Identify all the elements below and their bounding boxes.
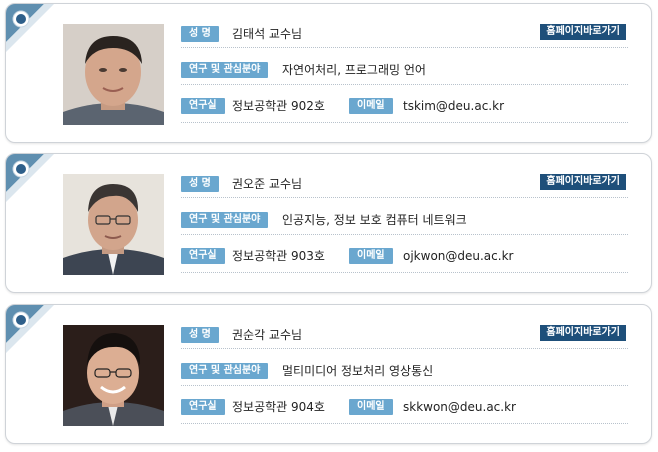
- professor-photo: [63, 325, 164, 426]
- university-emblem-icon: [6, 154, 54, 202]
- email-value: skkwon@deu.ac.kr: [403, 400, 516, 414]
- divider: [181, 385, 628, 386]
- research-label: 연구 및 관심분야: [181, 212, 269, 228]
- divider: [181, 234, 628, 235]
- homepage-button[interactable]: 홈페이지바로가기: [540, 325, 626, 341]
- professor-photo: [63, 24, 164, 125]
- divider: [181, 423, 628, 424]
- name-label: 성 명: [181, 327, 219, 343]
- office-label: 연구실: [181, 98, 225, 114]
- email-label: 이메일: [349, 248, 393, 264]
- office-value: 정보공학관 902호: [232, 99, 325, 113]
- professor-name: 권순각 교수님: [232, 328, 303, 342]
- research-label: 연구 및 관심분야: [181, 62, 269, 78]
- research-field: 멀티미디어 정보처리 영상통신: [282, 364, 434, 378]
- research-label: 연구 및 관심분야: [181, 363, 269, 379]
- professor-card: 성 명 김태석 교수님 홈페이지바로가기 연구 및 관심분야 자연어처리, 프로…: [5, 3, 652, 143]
- professor-name: 권오준 교수님: [232, 177, 303, 191]
- divider: [181, 47, 628, 48]
- divider: [181, 122, 628, 123]
- professor-card: 성 명 권순각 교수님 홈페이지바로가기 연구 및 관심분야 멀티미디어 정보처…: [5, 304, 652, 444]
- professor-photo: [63, 174, 164, 275]
- university-emblem-icon: [6, 4, 54, 52]
- divider: [181, 197, 628, 198]
- professor-name: 김태석 교수님: [232, 27, 303, 41]
- office-label: 연구실: [181, 248, 225, 264]
- email-label: 이메일: [349, 98, 393, 114]
- office-value: 정보공학관 903호: [232, 249, 325, 263]
- divider: [181, 272, 628, 273]
- research-field: 자연어처리, 프로그래밍 언어: [282, 63, 426, 77]
- professor-card: 성 명 권오준 교수님 홈페이지바로가기 연구 및 관심분야 인공지능, 정보 …: [5, 153, 652, 293]
- divider: [181, 84, 628, 85]
- research-field: 인공지능, 정보 보호 컴퓨터 네트워크: [282, 213, 467, 227]
- name-label: 성 명: [181, 26, 219, 42]
- divider: [181, 348, 628, 349]
- email-value: ojkwon@deu.ac.kr: [403, 249, 514, 263]
- homepage-button[interactable]: 홈페이지바로가기: [540, 24, 626, 40]
- homepage-button[interactable]: 홈페이지바로가기: [540, 174, 626, 190]
- office-label: 연구실: [181, 399, 225, 415]
- university-emblem-icon: [6, 305, 54, 353]
- name-label: 성 명: [181, 176, 219, 192]
- email-value: tskim@deu.ac.kr: [403, 99, 504, 113]
- office-value: 정보공학관 904호: [232, 400, 325, 414]
- email-label: 이메일: [349, 399, 393, 415]
